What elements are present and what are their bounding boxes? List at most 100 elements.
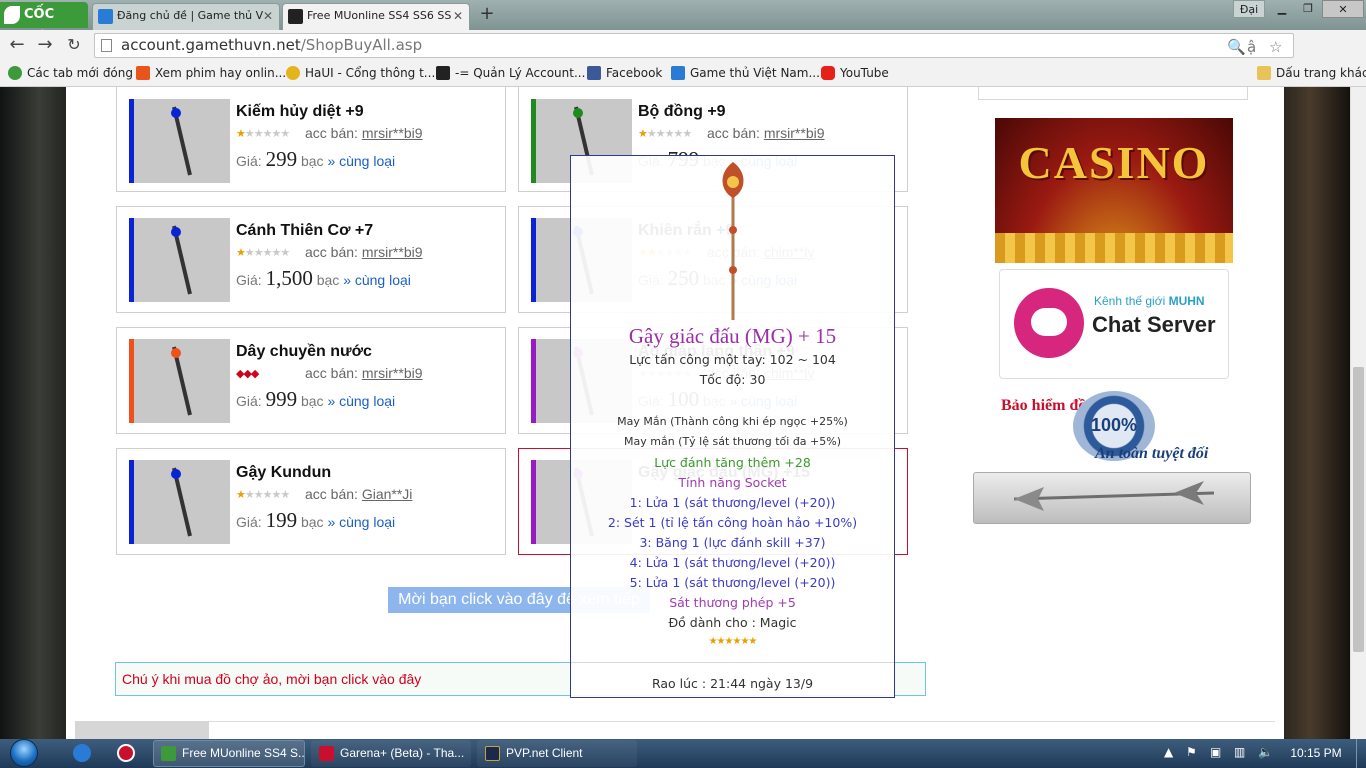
scrollbar-thumb[interactable]	[1353, 367, 1364, 652]
coccoc-logo[interactable]: CỐC CỐC	[0, 2, 88, 48]
insurance-ad[interactable]: Bảo hiểm đồ 100% An toàn tuyệt đối	[995, 387, 1233, 467]
tooltip-socket-title: Tính năng Socket	[678, 475, 787, 490]
chat-server-ad[interactable]: Kênh thế giới MUHN Chat Server	[999, 269, 1229, 379]
seller-link[interactable]: mrsir**bi9	[362, 125, 423, 141]
minimize-button[interactable]: ▁	[1270, 0, 1294, 18]
item-name[interactable]: Cánh Thiên Cơ +7	[236, 222, 373, 240]
price-value: 999	[265, 387, 298, 411]
bookmark-other[interactable]: Dấu trang khác	[1257, 65, 1366, 81]
weapon-icon	[1013, 481, 1215, 511]
url-path: /ShopBuyAll.asp	[300, 36, 423, 54]
bookmark-gamethu[interactable]: Game thủ Việt Nam...	[671, 65, 820, 81]
coccoc-icon	[73, 744, 91, 762]
taskbar-item-label: Free MUonline SS4 S...	[182, 746, 305, 760]
seller-link[interactable]: mrsir**bi9	[362, 244, 423, 260]
item-name[interactable]: Gậy Kundun	[236, 464, 331, 482]
seller-link[interactable]: mrsir**bi9	[362, 365, 423, 381]
translate-icon[interactable]: ậ	[1247, 36, 1256, 59]
chat-ad-brand: MUHN	[1168, 294, 1205, 308]
item-thumbnail[interactable]	[134, 99, 230, 183]
weapon-banner[interactable]	[973, 472, 1251, 524]
item-card[interactable]: Kiếm hủy diệt +9 ★★★★★★ acc bán: mrsir**bi…	[116, 87, 506, 192]
background-art-left	[0, 87, 66, 739]
item-rating-stars: ★★★★★★	[236, 246, 290, 259]
coccoc-leaf-icon	[4, 6, 20, 24]
taskbar-clock[interactable]: 10:15 PM	[1286, 739, 1346, 768]
item-price: Giá: 199 bạc » cùng loại	[236, 508, 396, 532]
tooltip-socket-3: 3: Băng 1 (lực đánh skill +37)	[639, 535, 826, 550]
vertical-scrollbar[interactable]	[1350, 87, 1366, 739]
bookmark-label: YouTube	[840, 66, 889, 80]
gamethu-icon	[671, 66, 685, 80]
profile-label: Đại	[1239, 3, 1259, 16]
address-bar-row: ← → ↻ account.gamethuvn.net/ShopBuyAll.a…	[0, 30, 1366, 89]
tab-title: Free MUonline SS4 SS6 SS	[307, 9, 452, 22]
tooltip-attack: Lực tấn công một tay: 102 ~ 104	[629, 352, 836, 367]
item-name[interactable]: Kiếm hủy diệt +9	[236, 103, 364, 121]
tray-app-icon[interactable]: ▣	[1210, 745, 1221, 759]
reload-button[interactable]: ↻	[63, 34, 85, 56]
bookmark-recent-tabs[interactable]: Các tab mới đóng	[8, 65, 133, 81]
bookmark-account[interactable]: -= Quản Lý Account...	[436, 65, 585, 81]
same-type-link[interactable]: » cùng loại	[343, 272, 411, 288]
shop-content: Kiếm hủy diệt +9 ★★★★★★ acc bán: mrsir**bi…	[66, 87, 1284, 739]
mu-favicon-icon	[288, 9, 303, 24]
start-button[interactable]	[6, 739, 44, 768]
taskbar-item-pvp[interactable]: PVP.net Client	[477, 740, 637, 767]
insurance-title: Bảo hiểm đồ	[1001, 397, 1087, 414]
url-input[interactable]: account.gamethuvn.net/ShopBuyAll.asp 🔍 ậ…	[94, 33, 1294, 58]
coins-graphic	[995, 233, 1233, 263]
tab-game-thu[interactable]: Đăng chủ đề | Game thủ V ✕	[92, 3, 280, 30]
haui-icon	[286, 66, 300, 80]
taskbar-item-browser[interactable]: Free MUonline SS4 S...	[153, 740, 305, 767]
tray-network-icon[interactable]: ▥	[1234, 745, 1245, 759]
item-card[interactable]: Cánh Thiên Cơ +7 ★★★★★★ acc bán: mrsir**bi…	[116, 206, 506, 313]
item-thumbnail[interactable]	[134, 218, 230, 302]
seller-link[interactable]: Gian**Ji	[362, 486, 413, 502]
item-card[interactable]: Dây chuyền nước ◆◆◆ acc bán: mrsir**bi9 Giá…	[116, 327, 506, 434]
new-tab-button[interactable]: +	[476, 4, 498, 26]
bottom-tab[interactable]	[75, 721, 209, 739]
item-card[interactable]: Gậy Kundun ★★★★★★ acc bán: Gian**Ji Giá: 19…	[116, 448, 506, 555]
forward-button[interactable]: →	[34, 34, 56, 56]
item-name[interactable]: Bộ đồng +9	[638, 103, 726, 121]
bookmark-facebook[interactable]: Facebook	[587, 65, 662, 81]
tab-muonline[interactable]: Free MUonline SS4 SS6 SS ✕	[282, 3, 470, 30]
insurance-tag: An toàn tuyệt đối	[1095, 445, 1209, 462]
tray-volume-icon[interactable]: 🔈	[1258, 745, 1273, 759]
close-icon[interactable]: ✕	[453, 4, 463, 28]
item-thumbnail[interactable]	[134, 460, 230, 544]
bookmark-youtube[interactable]: YouTube	[821, 65, 889, 81]
profile-button[interactable]: Đại	[1233, 0, 1265, 18]
back-button[interactable]: ←	[6, 34, 28, 56]
tooltip-posted-time: Rao lúc : 21:44 ngày 13/9	[651, 676, 814, 691]
mu-icon	[436, 66, 450, 80]
bookmark-label: Facebook	[606, 66, 663, 80]
item-thumbnail[interactable]	[134, 339, 230, 423]
bookmark-haui[interactable]: HaUI - Cổng thông t...	[286, 65, 435, 81]
taskbar-item-garena[interactable]: Garena+ (Beta) - Tha...	[311, 740, 471, 767]
same-type-link[interactable]: » cùng loại	[327, 153, 395, 169]
phim-icon	[136, 66, 150, 80]
casino-title: CASINO	[1018, 137, 1210, 188]
tray-flag-icon[interactable]: ⚑	[1186, 745, 1197, 759]
close-window-button[interactable]: ✕	[1322, 0, 1364, 18]
same-type-link[interactable]: » cùng loại	[327, 393, 395, 409]
item-image-icon	[171, 467, 192, 537]
same-type-link[interactable]: » cùng loại	[327, 514, 395, 530]
seller-link[interactable]: mrsir**bi9	[764, 125, 825, 141]
bookmark-phim[interactable]: Xem phim hay onlin...	[136, 65, 286, 81]
bookmark-star-icon[interactable]: ☆	[1269, 36, 1282, 59]
taskbar-pin-app[interactable]	[106, 741, 146, 766]
casino-ad[interactable]: CASINO	[995, 118, 1233, 263]
item-name[interactable]: Dây chuyền nước	[236, 343, 372, 361]
restore-button[interactable]: ❐	[1296, 0, 1320, 18]
price-value: 199	[265, 508, 298, 532]
close-icon[interactable]: ✕	[263, 4, 273, 28]
tray-expand-icon[interactable]: ▲	[1164, 745, 1173, 759]
taskbar-pin-coccoc[interactable]	[62, 741, 102, 766]
zoom-icon[interactable]: 🔍	[1227, 36, 1246, 59]
garena-icon	[319, 746, 334, 761]
item-price: Giá: 299 bạc » cùng loại	[236, 147, 396, 171]
show-desktop-button[interactable]	[1356, 739, 1366, 768]
